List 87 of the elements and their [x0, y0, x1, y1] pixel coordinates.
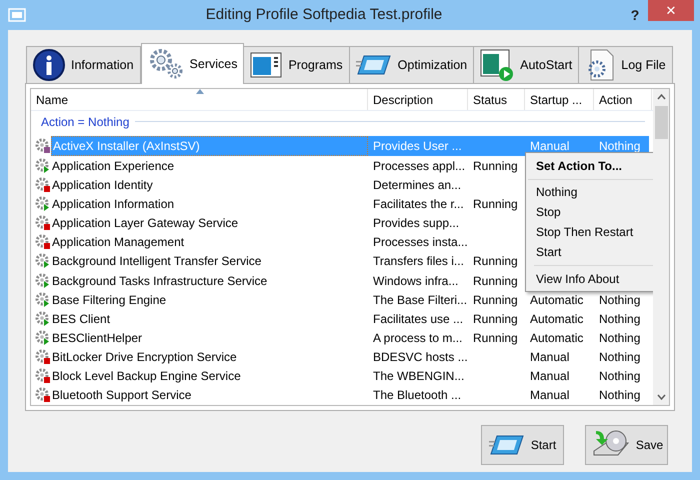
- table-cell: Running: [473, 292, 518, 307]
- menu-item[interactable]: Start: [526, 242, 653, 262]
- table-cell: Automatic: [530, 330, 584, 345]
- table-cell-text: BES Client: [51, 310, 110, 328]
- table-cell: The Bluetooth ...: [373, 388, 462, 402]
- menu-item[interactable]: Nothing: [526, 182, 653, 202]
- table-cell-text: Background Intelligent Transfer Service: [51, 253, 262, 270]
- table-cell: Nothing: [599, 369, 640, 384]
- info-icon: [33, 49, 65, 81]
- table-cell-text: Application Layer Gateway Service: [51, 215, 238, 232]
- table-cell-text: Block Level Backup Engine Service: [51, 368, 241, 386]
- table-cell-text: BitLocker Drive Encryption Service: [51, 349, 237, 366]
- table-cell-text: Bluetooth Support Service: [51, 387, 192, 404]
- table-cell: Nothing: [599, 292, 640, 307]
- table-cell: Automatic: [530, 292, 584, 307]
- service-row[interactable]: BitLocker Drive Encryption Service BDESVC hosts ... Manual Nothing: [31, 348, 653, 367]
- table-cell: Windows infra...: [373, 274, 458, 288]
- service-row[interactable]: Block Level Backup Engine Service The WBENGIN... Manual Nothing: [31, 366, 653, 386]
- group-header[interactable]: Action = Nothing: [41, 112, 130, 131]
- table-cell-text: Application Information: [51, 196, 174, 213]
- help-button[interactable]: ?: [622, 4, 648, 26]
- table-cell: Nothing: [599, 350, 640, 364]
- speed-window-icon: [356, 53, 392, 77]
- action-button[interactable]: Start: [481, 425, 564, 465]
- service-row[interactable]: Bluetooth Support Service The Bluetooth ... Manual Nothing: [31, 386, 653, 405]
- table-cell: Provides User ...: [373, 138, 462, 153]
- table-cell: Facilitates the r...: [373, 196, 464, 211]
- menu-item[interactable]: Stop Then Restart: [526, 222, 653, 242]
- sort-arrow-icon: [196, 89, 204, 94]
- table-cell: Running: [473, 196, 518, 211]
- app-icon: [8, 8, 26, 22]
- table-cell: Automatic: [530, 312, 584, 326]
- service-row[interactable]: Base Filtering Engine The Base Filteri... Running Automatic Nothing: [31, 290, 653, 310]
- menu-item[interactable]: View Info About: [526, 269, 653, 289]
- action-button[interactable]: Save: [585, 425, 668, 465]
- tab[interactable]: Log File: [578, 46, 673, 83]
- speed-window-icon: [488, 433, 525, 457]
- table-cell: Running: [473, 330, 518, 345]
- table-cell: A process to m...: [373, 330, 462, 345]
- table-cell-text: BESClientHelper: [51, 330, 142, 347]
- table-cell-text: Application Experience: [51, 158, 174, 175]
- table-cell: Manual: [530, 138, 570, 153]
- table-cell: Provides supp...: [373, 216, 460, 230]
- service-row[interactable]: BESClientHelper A process to m... Running Automatic Nothing: [31, 328, 653, 348]
- tab[interactable]: Services: [140, 43, 244, 84]
- gears-icon: [148, 48, 184, 80]
- menu-item[interactable]: Stop: [526, 202, 653, 222]
- table-cell: Nothing: [599, 388, 640, 402]
- table-cell: Manual: [530, 388, 570, 402]
- close-button[interactable]: ✕: [648, 0, 694, 21]
- table-cell: Processes appl...: [373, 158, 466, 173]
- table-cell: Running: [473, 158, 518, 173]
- table-cell: Manual: [530, 350, 570, 364]
- scrollbar-thumb[interactable]: [654, 106, 668, 139]
- table-cell-text: Base Filtering Engine: [51, 292, 166, 309]
- menu-title: Set Action To...: [535, 158, 623, 175]
- table-cell: Transfers files i...: [373, 254, 464, 268]
- autostart-icon: [480, 49, 514, 81]
- window-icon: [250, 51, 282, 79]
- table-cell: The WBENGIN...: [373, 369, 464, 384]
- table-cell: Running: [473, 254, 518, 268]
- table-cell: ActiveX Installer (AxInstSV): [51, 136, 368, 156]
- table-cell: Nothing: [599, 330, 640, 345]
- service-row[interactable]: BES Client Facilitates use ... Running Automatic Nothing: [31, 309, 653, 328]
- table-cell: BDESVC hosts ...: [373, 350, 468, 364]
- scrollbar[interactable]: [653, 88, 670, 406]
- table-cell-text: Application Management: [51, 234, 184, 252]
- tab[interactable]: AutoStart: [473, 46, 580, 83]
- table-cell: Manual: [530, 369, 570, 384]
- table-cell: Running: [473, 312, 518, 326]
- tab[interactable]: Information: [26, 46, 141, 83]
- column-header[interactable]: Description: [368, 89, 468, 110]
- table-cell-text: Application Identity: [51, 176, 153, 194]
- column-header[interactable]: Action: [594, 89, 652, 110]
- window-title: Editing Profile Softpedia Test.profile: [206, 6, 442, 23]
- tab[interactable]: Programs: [243, 46, 350, 83]
- tab[interactable]: Optimization: [348, 46, 474, 83]
- column-header[interactable]: Status: [468, 89, 525, 110]
- column-header[interactable]: Startup ...: [525, 89, 594, 110]
- table-cell: Nothing: [599, 138, 640, 153]
- table-cell-text: Background Tasks Infrastructure Service: [51, 272, 268, 290]
- table-cell: Processes insta...: [373, 235, 468, 250]
- table-cell: Running: [473, 274, 518, 288]
- table-cell: Determines an...: [373, 178, 462, 192]
- table-cell: Facilitates use ...: [373, 312, 464, 326]
- table-cell: Nothing: [599, 312, 640, 326]
- table-cell: The Base Filteri...: [373, 292, 468, 307]
